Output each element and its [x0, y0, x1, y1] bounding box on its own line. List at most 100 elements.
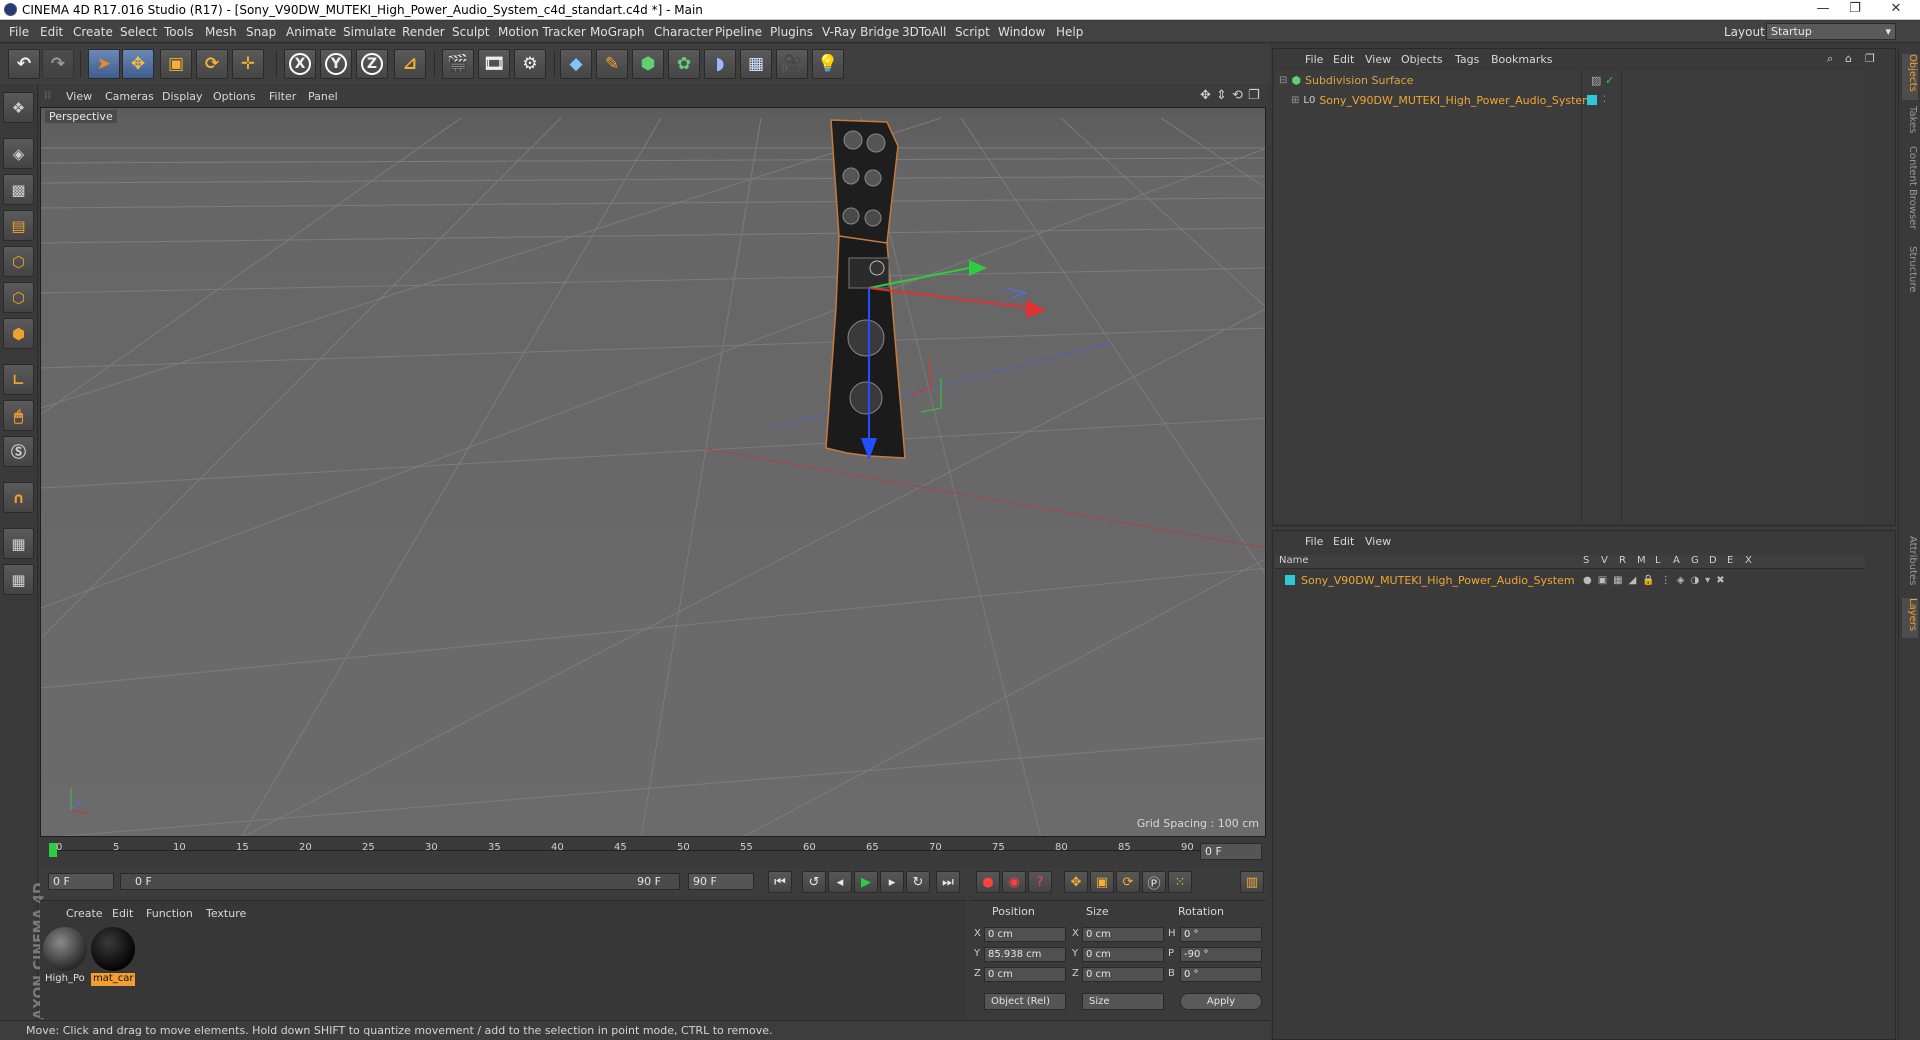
viewport-menu-cameras[interactable]: Cameras	[105, 90, 154, 103]
points-mode-button[interactable]: ⬡	[3, 246, 34, 277]
menu-simulate[interactable]: Simulate	[343, 25, 396, 39]
current-frame-field[interactable]: 0 F	[1200, 843, 1262, 860]
key-scale-button[interactable]: ▣	[1090, 871, 1114, 893]
menu-help[interactable]: Help	[1056, 25, 1083, 39]
next-frame-button[interactable]: ▸	[880, 871, 904, 893]
add-camera-button[interactable]: 🎥	[776, 49, 808, 79]
add-deformer-button[interactable]: ◗	[704, 49, 736, 79]
add-cloner-button[interactable]: ✿	[668, 49, 700, 79]
menu-edit[interactable]: Edit	[40, 25, 63, 39]
add-subdivision-button[interactable]: ⬢	[632, 49, 664, 79]
layers-menu-view[interactable]: View	[1365, 535, 1391, 548]
solo-mode-button[interactable]: ▦	[3, 564, 34, 595]
material-menu-create[interactable]: Create	[66, 907, 103, 920]
workplane-lock-button[interactable]: ▦	[3, 528, 34, 559]
keyframe-selection-button[interactable]: ?	[1028, 871, 1052, 893]
previous-key-button[interactable]: ↺	[802, 871, 826, 893]
enabled-check-icon[interactable]: ✓	[1605, 74, 1614, 87]
menu-tools[interactable]: Tools	[164, 25, 194, 39]
key-parameter-button[interactable]: Ⓟ	[1142, 871, 1166, 893]
menu-script[interactable]: Script	[955, 25, 990, 39]
rotation-b-field[interactable]: 0 °	[1180, 967, 1262, 982]
tab-attributes[interactable]: Attributes	[1902, 536, 1918, 594]
menu-file[interactable]: File	[9, 25, 29, 39]
key-rotation-button[interactable]: ⟳	[1116, 871, 1140, 893]
layer-color-swatch[interactable]	[1587, 95, 1597, 105]
scale-tool-button[interactable]: ▣	[160, 49, 192, 79]
redo-button[interactable]: ↷	[42, 49, 74, 79]
viewport-move-icon[interactable]: ✥	[1200, 88, 1211, 103]
material-thumbnail[interactable]	[91, 927, 135, 971]
frame-range-slider[interactable]: 0 F 90 F	[120, 873, 680, 890]
layer-flags-icon[interactable]: ●▣▦◢🔒⋮◈◑▾✖	[1583, 575, 1731, 586]
objects-menu-view[interactable]: View	[1365, 53, 1391, 66]
viewport-menu-filter[interactable]: Filter	[269, 90, 296, 103]
timeline-ruler[interactable]: 0 5 10 15 20 25 30 35 40 45 50 55 60 65 …	[40, 840, 1266, 864]
position-y-field[interactable]: 85.938 cm	[984, 947, 1066, 962]
perspective-viewport[interactable]: Perspective Grid Spacing : 100 cm	[40, 107, 1266, 837]
texture-mode-button[interactable]: ▩	[3, 174, 34, 205]
layer-name[interactable]: Sony_V90DW_MUTEKI_High_Power_Audio_Syste…	[1301, 574, 1575, 587]
polygons-mode-button[interactable]: ⬢	[3, 318, 34, 349]
add-cube-button[interactable]: ◆	[560, 49, 592, 79]
viewport-zoom-icon[interactable]: ⇕	[1216, 88, 1227, 103]
new-window-icon[interactable]: ❐	[1865, 52, 1875, 65]
play-button[interactable]: ▶	[854, 871, 878, 893]
material-label[interactable]: High_Po	[43, 973, 87, 986]
live-selection-button[interactable]: ➤	[88, 49, 120, 79]
objects-menu-edit[interactable]: Edit	[1333, 53, 1354, 66]
menu-pipeline[interactable]: Pipeline	[715, 25, 762, 39]
viewport-rotate-icon[interactable]: ⟲	[1232, 88, 1243, 103]
tab-takes[interactable]: Takes	[1902, 106, 1918, 142]
go-to-start-button[interactable]: ⏮	[768, 871, 792, 893]
move-tool-button[interactable]: ✥	[122, 49, 154, 79]
material-menu-function[interactable]: Function	[146, 907, 193, 920]
layer-color-swatch[interactable]	[1285, 575, 1295, 585]
home-icon[interactable]: ⌂	[1845, 52, 1852, 65]
tab-content-browser[interactable]: Content Browser	[1902, 146, 1918, 242]
key-pla-button[interactable]: ⁙	[1168, 871, 1192, 893]
coordinate-system-button[interactable]: ⊿	[394, 49, 426, 79]
render-settings-button[interactable]: ⚙	[514, 49, 546, 79]
rotation-h-field[interactable]: 0 °	[1180, 927, 1262, 942]
autokey-button[interactable]: ◉	[1002, 871, 1026, 893]
y-axis-lock-button[interactable]: Y	[320, 49, 352, 79]
viewport-toggle-icon[interactable]: ❐	[1248, 88, 1260, 103]
menu-sculpt[interactable]: Sculpt	[452, 25, 489, 39]
menu-create[interactable]: Create	[73, 25, 113, 39]
object-name[interactable]: Sony_V90DW_MUTEKI_High_Power_Audio_Syste…	[1319, 94, 1593, 107]
render-view-button[interactable]: 🎬	[442, 49, 474, 79]
visibility-dots-icon[interactable]: ⁚	[1603, 95, 1606, 105]
render-to-picture-viewer-button[interactable]: 🎞	[478, 49, 510, 79]
menu-mesh[interactable]: Mesh	[205, 25, 237, 39]
maximize-button[interactable]: ❐	[1840, 0, 1870, 18]
material-menu-texture[interactable]: Texture	[206, 907, 246, 920]
collapse-icon[interactable]: ⊟	[1279, 75, 1287, 86]
menu-render[interactable]: Render	[402, 25, 445, 39]
rotation-p-field[interactable]: -90 °	[1180, 947, 1262, 962]
size-mode-dropdown[interactable]: Size	[1082, 993, 1164, 1010]
menu-animate[interactable]: Animate	[286, 25, 336, 39]
objects-menu-file[interactable]: File	[1305, 53, 1323, 66]
object-row-sony[interactable]: ⊞ L0 Sony_V90DW_MUTEKI_High_Power_Audio_…	[1291, 91, 1606, 109]
menu-mograph[interactable]: MoGraph	[590, 25, 645, 39]
tab-objects[interactable]: Objects	[1902, 54, 1918, 100]
tab-layers[interactable]: Layers	[1902, 598, 1918, 638]
layers-menu-file[interactable]: File	[1305, 535, 1323, 548]
viewport-menu-panel[interactable]: Panel	[308, 90, 338, 103]
tab-structure[interactable]: Structure	[1902, 246, 1918, 302]
model-mode-button[interactable]: ◈	[3, 138, 34, 169]
position-z-field[interactable]: 0 cm	[984, 967, 1066, 982]
apply-button[interactable]: Apply	[1180, 993, 1262, 1010]
start-frame-field[interactable]: 0 F	[48, 873, 114, 890]
drag-handle-icon[interactable]: ⁞⁞	[44, 89, 51, 102]
axis-mode-button[interactable]: ∟	[3, 364, 34, 395]
camera-label[interactable]: Perspective	[45, 110, 117, 123]
x-axis-lock-button[interactable]: X	[284, 49, 316, 79]
objects-menu-tags[interactable]: Tags	[1455, 53, 1479, 66]
material-menu-edit[interactable]: Edit	[112, 907, 133, 920]
menu-character[interactable]: Character	[654, 25, 713, 39]
close-button[interactable]: ✕	[1876, 0, 1916, 18]
menu-3dtoall[interactable]: 3DToAll	[902, 25, 946, 39]
object-name[interactable]: Subdivision Surface	[1305, 74, 1413, 87]
